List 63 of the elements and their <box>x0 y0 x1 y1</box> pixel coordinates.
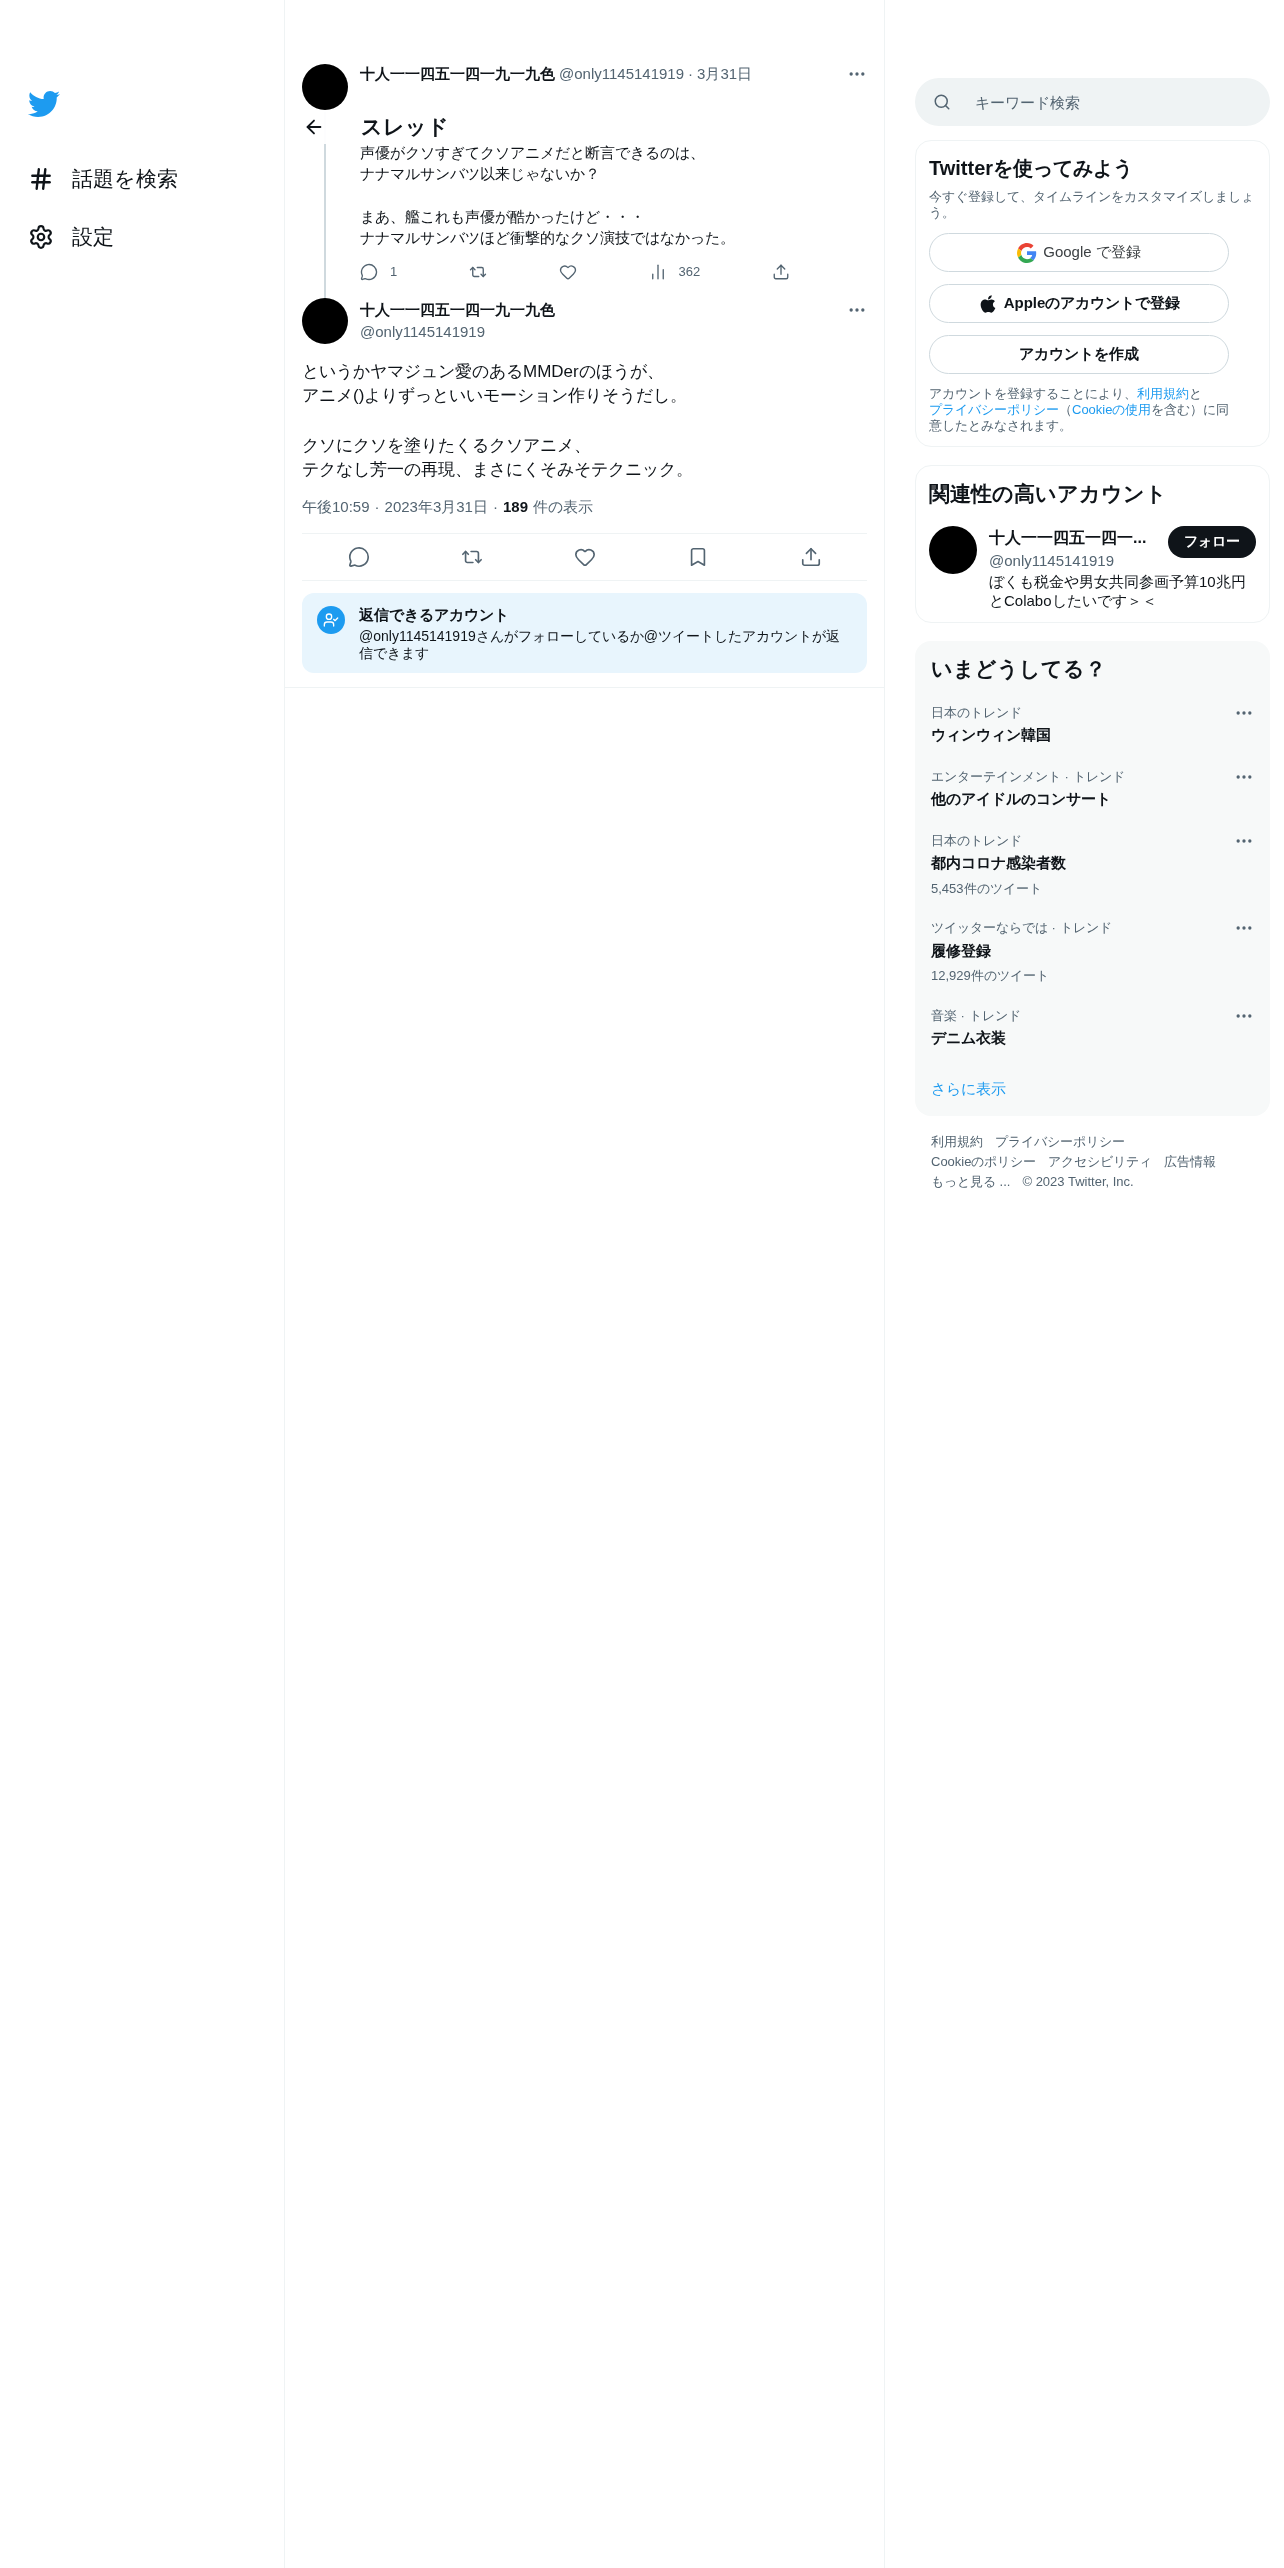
tweet-text-line: というかヤマジュン愛のあるMMDerのほうが、 <box>302 361 664 383</box>
account-bio: ぼくも税金や男女共同参画予算10兆円とColaboしたいです＞＜ <box>989 572 1247 610</box>
footer-link[interactable]: もっと見る ... <box>931 1172 1011 1192</box>
notice-title: 返信できるアカウント <box>359 604 510 625</box>
card-subtitle: 今すぐ登録して、タイムラインをカスタマイズしましょう。 <box>929 189 1255 221</box>
separator: · <box>688 63 694 84</box>
notice-text: @only1145141919さんがフォローしているか@ツイートしたアカウントが返信できます <box>359 628 841 662</box>
view-count: 189 <box>502 497 528 517</box>
footer-link[interactable]: 利用規約 <box>931 1132 983 1152</box>
reply-button[interactable]: 1 <box>360 260 398 284</box>
legal-text: アカウントを登録することにより、利用規約 と プライバシーポリシー（Cookieの使用を含む）に同意したとみなされます。 <box>929 386 1231 434</box>
tweet-text-line: ナナマルサンバツほど衝撃的なクソ演技ではなかった。 <box>360 228 735 248</box>
share-icon <box>799 545 822 568</box>
trend-item[interactable]: 日本のトレンド 都内コロナ感染者数 5,453件のツイート <box>915 820 1270 908</box>
tweet-text-line: アニメ()よりずっといいモーション作りそうだし。 <box>302 385 688 407</box>
footer-link[interactable]: 広告情報 <box>1164 1152 1217 1172</box>
bird-logo-icon[interactable] <box>28 88 60 120</box>
trend-item[interactable]: 音楽 · トレンド デニム衣装 <box>915 995 1270 1060</box>
views-button[interactable]: 362 <box>648 260 701 284</box>
footer-link[interactable]: プライバシーポリシー <box>995 1132 1125 1152</box>
search-icon <box>933 93 951 111</box>
avatar[interactable] <box>302 298 348 344</box>
card-title: 関連性の高いアカウント <box>929 481 1168 507</box>
tweet-text-line: ナナマルサンバツ以来じゃないか？ <box>360 164 600 184</box>
author-name[interactable]: 十人一一四五一四一九一九色 <box>360 298 555 321</box>
reply-icon <box>360 263 378 281</box>
avatar[interactable] <box>302 64 348 110</box>
author-handle[interactable]: @only1145141919 <box>559 62 685 86</box>
trend-item[interactable]: エンターテインメント · トレンド 他のアイドルのコンサート <box>915 756 1270 821</box>
user-check-icon <box>317 605 345 634</box>
separator: · <box>374 497 380 517</box>
tweet-text-line: 声優がクソすぎてクソアニメだと断言できるのは、 <box>360 143 705 163</box>
account-name[interactable]: 十人一一四五一四一... <box>989 525 1147 550</box>
card-title: Twitterを使ってみよう <box>929 156 1135 181</box>
separator: · <box>492 497 498 517</box>
tweet-text-line: クソにクソを塗りたくるクソアニメ、 <box>302 435 591 457</box>
copyright: © 2023 Twitter, Inc. <box>1022 1173 1134 1191</box>
reply-icon <box>347 545 370 568</box>
header-title: スレッド <box>361 114 449 141</box>
footer-link[interactable]: アクセシビリティ <box>1048 1152 1153 1172</box>
hashtag-icon <box>28 166 54 192</box>
settings-icon <box>28 224 54 250</box>
view-label: 件の表示 <box>533 497 593 517</box>
tweet-time[interactable]: 午後10:59 <box>302 496 370 519</box>
trend-item[interactable]: 日本のトレンド ウィンウィン韓国 <box>915 692 1270 757</box>
search-field[interactable]: キーワード検索 <box>915 78 1270 126</box>
tweet-text-line: テクなし芳一の再現、まさにくそみそテクニック。 <box>302 459 693 481</box>
heart-icon <box>558 263 577 281</box>
nav-item[interactable]: 話題を検索 <box>28 150 284 208</box>
avatar[interactable] <box>929 525 977 574</box>
nav-item[interactable]: 設定 <box>28 208 284 266</box>
author-name[interactable]: 十人一一四五一四一九一九色 <box>360 62 555 86</box>
tweet-date[interactable]: 2023年3月31日 <box>384 496 488 519</box>
google-icon <box>1017 242 1038 263</box>
share-icon <box>772 263 790 281</box>
follow-button[interactable]: フォロー <box>1168 525 1256 558</box>
trend-item[interactable]: ツイッターならでは · トレンド 履修登録 12,929件のツイート <box>915 908 1270 996</box>
author-handle[interactable]: @only1145141919 <box>360 321 486 344</box>
tweet-text-line: まあ、艦これも声優が酷かったけど・・・ <box>360 207 645 227</box>
account-handle[interactable]: @only1145141919 <box>989 549 1147 572</box>
card-title: いまどうしてる？ <box>930 656 1107 683</box>
tweet-date[interactable]: 3月31日 <box>697 62 753 86</box>
footer-link[interactable]: Cookieのポリシー <box>931 1152 1037 1172</box>
